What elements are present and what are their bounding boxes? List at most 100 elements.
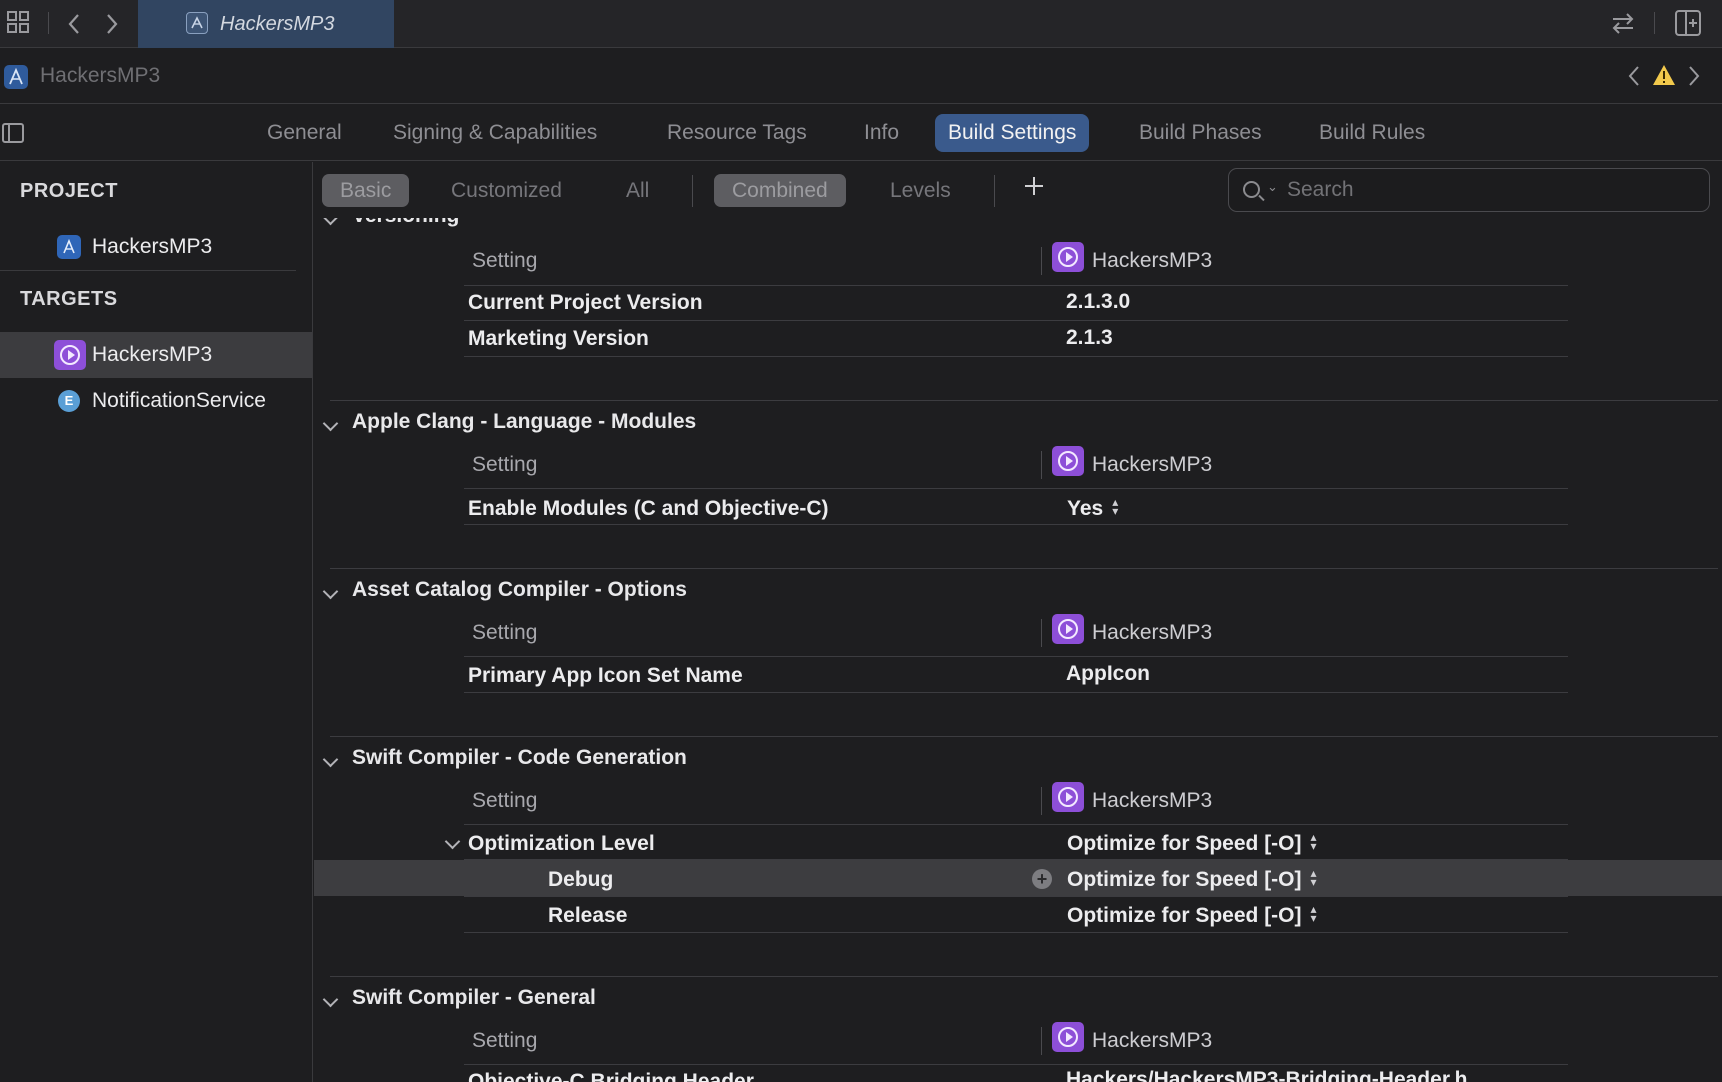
value-objc-bridging-header[interactable]: Hackers/HackersMP3-Bridging-Header.h (1066, 1068, 1468, 1082)
row-divider (464, 488, 1568, 489)
target-column-icon (1052, 782, 1084, 812)
value-marketing-version[interactable]: 2.1.3 (1066, 326, 1113, 350)
column-header-target: HackersMP3 (1092, 789, 1213, 812)
section-title-swift-general[interactable]: Swift Compiler - General (352, 986, 596, 1010)
filter-customized-button[interactable]: Customized (433, 174, 580, 207)
disclosure-chevron-icon[interactable] (444, 836, 460, 852)
row-divider (464, 692, 1568, 693)
value-optimization-level[interactable]: Optimize for Speed [-O] ▴ ▾ (1067, 831, 1317, 856)
warning-icon[interactable] (1652, 64, 1676, 91)
value-debug[interactable]: Optimize for Speed [-O] ▴ ▾ (1067, 866, 1317, 892)
navigator-target-notificationservice[interactable]: E NotificationService (0, 378, 312, 424)
tab-general[interactable]: General (254, 114, 355, 152)
section-divider (330, 568, 1718, 569)
editor-tab-hackersmp3[interactable]: HackersMP3 (138, 0, 394, 48)
issue-forward-icon[interactable] (1686, 64, 1702, 93)
navigator-project-item[interactable]: HackersMP3 (0, 224, 312, 270)
setting-current-project-version[interactable]: Current Project Version (468, 291, 703, 315)
target-column-icon (1052, 446, 1084, 476)
swap-icon[interactable] (1610, 10, 1636, 40)
filter-basic-button[interactable]: Basic (322, 174, 410, 207)
search-icon (1243, 181, 1260, 198)
setting-primary-app-icon-set-name[interactable]: Primary App Icon Set Name (468, 664, 743, 688)
targets-section-header: TARGETS (20, 288, 118, 310)
add-condition-icon[interactable]: + (1032, 869, 1052, 889)
section-title-asset-catalog-options[interactable]: Asset Catalog Compiler - Options (352, 578, 687, 602)
tab-build-rules[interactable]: Build Rules (1306, 114, 1438, 152)
value-current-project-version[interactable]: 2.1.3.0 (1066, 290, 1130, 314)
target-column-icon (1052, 242, 1084, 272)
tab-resource-tags[interactable]: Resource Tags (654, 114, 820, 152)
jump-bar-path[interactable]: HackersMP3 (40, 64, 160, 88)
issue-back-icon[interactable] (1626, 64, 1642, 93)
toolbar-divider (1654, 12, 1655, 34)
row-divider (464, 1064, 1568, 1065)
popup-value: Optimize for Speed [-O] (1067, 868, 1302, 891)
setting-debug[interactable]: Debug (548, 868, 613, 892)
column-divider (1041, 247, 1042, 275)
tab-info[interactable]: Info (851, 114, 912, 152)
tab-signing-capabilities[interactable]: Signing & Capabilities (380, 114, 610, 152)
column-header-setting: Setting (472, 1029, 538, 1052)
disclosure-chevron-icon[interactable] (322, 994, 338, 1010)
section-title-versioning[interactable]: Versioning (352, 218, 459, 228)
disclosure-chevron-icon[interactable] (322, 418, 338, 434)
disclosure-chevron-icon[interactable] (322, 218, 338, 228)
chevron-down-icon: ⌄ (1267, 179, 1278, 194)
add-editor-icon[interactable] (1674, 9, 1702, 41)
project-editor-tabs: General Signing & Capabilities Resource … (0, 105, 1722, 161)
forward-arrow-icon[interactable] (104, 12, 120, 40)
setting-objc-bridging-header[interactable]: Objective-C Bridging Header (468, 1070, 754, 1082)
column-header-setting: Setting (472, 453, 538, 476)
grid-icon[interactable] (6, 10, 32, 40)
disclosure-chevron-icon[interactable] (322, 586, 338, 602)
setting-optimization-level[interactable]: Optimization Level (468, 832, 655, 856)
tab-build-settings[interactable]: Build Settings (935, 114, 1090, 152)
view-levels-button[interactable]: Levels (872, 174, 969, 207)
row-divider (464, 824, 1568, 825)
window-tab-bar: HackersMP3 (0, 0, 1722, 48)
filter-divider (994, 175, 995, 207)
column-header-target: HackersMP3 (1092, 453, 1213, 476)
value-enable-modules[interactable]: Yes ▴ ▾ (1067, 495, 1119, 521)
plus-icon[interactable] (1023, 170, 1045, 206)
app-target-icon (54, 340, 86, 370)
section-title-apple-clang-modules[interactable]: Apple Clang - Language - Modules (352, 410, 696, 434)
section-title-swift-code-generation[interactable]: Swift Compiler - Code Generation (352, 746, 687, 770)
row-divider (464, 524, 1568, 525)
sidebar-toggle-icon[interactable] (2, 123, 24, 143)
popup-stepper-icon: ▴ ▾ (1112, 495, 1119, 519)
filter-all-button[interactable]: All (608, 174, 667, 207)
row-divider (464, 896, 1568, 897)
setting-release[interactable]: Release (548, 904, 627, 928)
back-arrow-icon[interactable] (66, 12, 82, 40)
search-input[interactable] (1287, 175, 1687, 205)
project-section-header: PROJECT (20, 180, 118, 202)
project-icon (57, 235, 81, 259)
view-combined-button[interactable]: Combined (714, 174, 846, 207)
editor-tab-label: HackersMP3 (220, 12, 335, 35)
setting-marketing-version[interactable]: Marketing Version (468, 327, 649, 351)
navigator-divider (0, 270, 296, 271)
toolbar-divider (48, 12, 49, 34)
popup-value: Optimize for Speed [-O] (1067, 904, 1302, 927)
column-divider (1041, 451, 1042, 479)
extension-target-icon: E (58, 390, 80, 412)
navigator-target-hackersmp3[interactable]: HackersMP3 (0, 332, 312, 378)
value-release[interactable]: Optimize for Speed [-O] ▴ ▾ (1067, 903, 1317, 928)
target-column-icon (1052, 1022, 1084, 1052)
tab-build-phases[interactable]: Build Phases (1126, 114, 1275, 152)
search-field[interactable]: ⌄ (1228, 168, 1710, 212)
value-primary-app-icon-set-name[interactable]: AppIcon (1066, 662, 1150, 686)
setting-enable-modules[interactable]: Enable Modules (C and Objective-C) (468, 497, 829, 521)
build-settings-content: Versioning Setting HackersMP3 Current Pr… (314, 218, 1722, 1082)
column-divider (1041, 619, 1042, 647)
selected-row-highlight (314, 860, 1722, 896)
navigator-target-label: NotificationService (92, 389, 266, 412)
filter-divider (692, 175, 693, 207)
popup-stepper-icon: ▴ ▾ (1310, 866, 1317, 890)
row-divider (464, 932, 1568, 933)
build-settings-filter-bar: Basic Customized All Combined Levels ⌄ (314, 162, 1722, 218)
disclosure-chevron-icon[interactable] (322, 754, 338, 770)
column-header-target: HackersMP3 (1092, 621, 1213, 644)
